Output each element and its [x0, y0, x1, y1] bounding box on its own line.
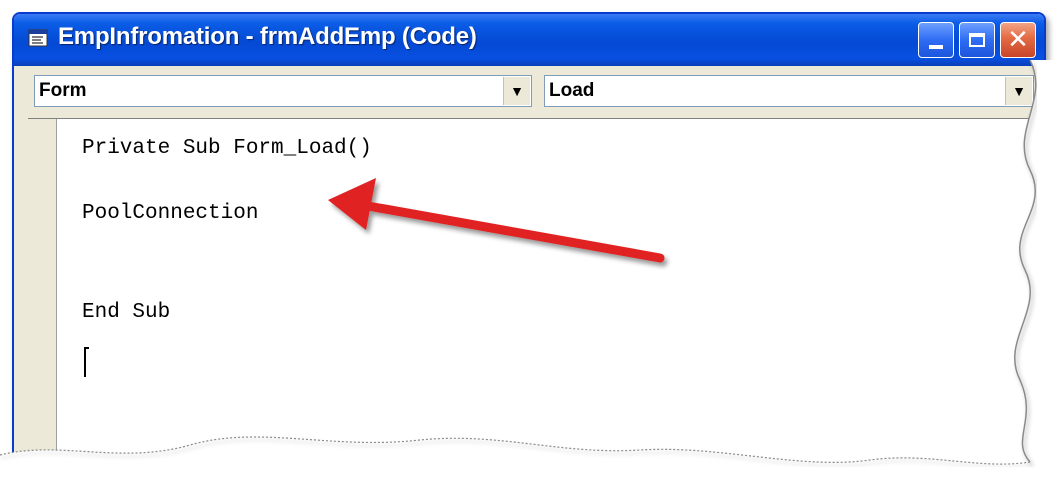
arrow-head [328, 178, 376, 230]
annotation-arrow [328, 178, 665, 263]
arrow-shaft [363, 201, 665, 263]
